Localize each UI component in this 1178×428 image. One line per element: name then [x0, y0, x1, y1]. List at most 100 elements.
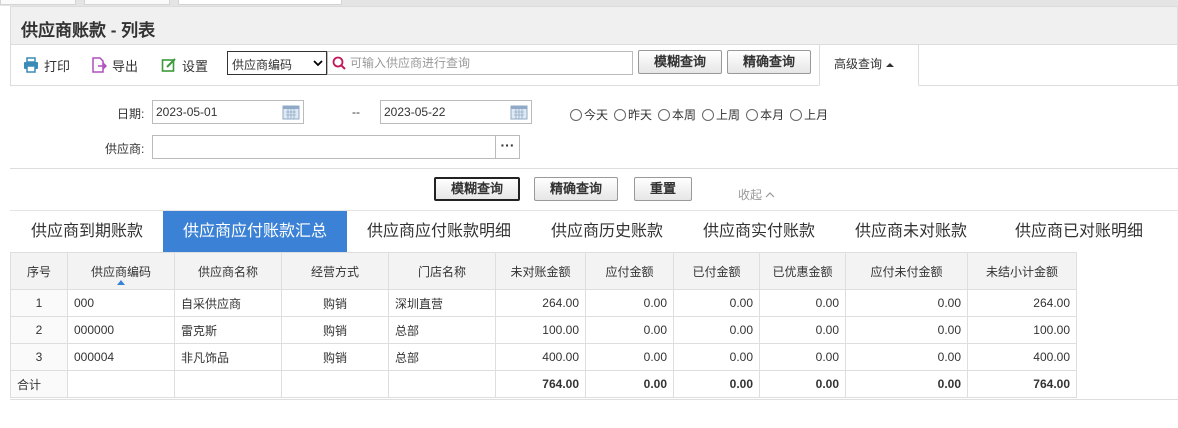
- column-header-discount-amount[interactable]: 已优惠金额: [759, 252, 846, 290]
- fuzzy-search-button[interactable]: 模糊查询: [638, 50, 722, 74]
- apply-exact-search-button[interactable]: 精确查询: [534, 177, 618, 201]
- cell-index: 3: [10, 343, 68, 371]
- total-unpaid-amount: 0.00: [845, 370, 968, 398]
- advanced-search-toggle[interactable]: 高级查询: [819, 44, 919, 86]
- column-header-unsettled-subtotal[interactable]: 未结小计金额: [967, 252, 1077, 290]
- cell-unpaid-amount: 0.00: [845, 316, 968, 344]
- settings-label: 设置: [182, 58, 209, 74]
- column-header-business-mode[interactable]: 经营方式: [281, 252, 389, 290]
- tab-supplier-unreconciled[interactable]: 供应商未对账款: [840, 211, 982, 253]
- cell-supplier-code: 000000: [67, 316, 175, 344]
- radio-circle[interactable]: [790, 108, 803, 121]
- date-from-input[interactable]: 2023-05-01: [152, 100, 304, 124]
- radio-circle[interactable]: [570, 108, 582, 121]
- calendar-icon[interactable]: [282, 104, 300, 120]
- divider: [10, 168, 1178, 169]
- radio-circle[interactable]: [746, 108, 759, 121]
- cell-unreconciled-amount: 100.00: [495, 316, 586, 344]
- chevron-up-icon: [765, 192, 775, 198]
- radio-circle[interactable]: [614, 108, 627, 121]
- date-range-separator: --: [352, 105, 360, 119]
- payable-summary-table: 序号 供应商编码 供应商名称 经营方式 门店名称 未对账金额 应付金额 已付金额…: [10, 252, 1077, 398]
- title-bar: 供应商账款 - 列表: [10, 6, 1178, 44]
- total-unsettled-subtotal: 764.00: [967, 370, 1077, 398]
- search-input[interactable]: [348, 54, 628, 72]
- radio-this-month[interactable]: 本月: [746, 106, 784, 123]
- table-row[interactable]: 2 000000 雷克斯 购销 总部 100.00 0.00 0.00 0.00…: [10, 316, 1077, 344]
- settings-icon: [161, 58, 176, 72]
- total-cell: [388, 370, 496, 398]
- radio-circle[interactable]: [658, 108, 671, 121]
- radio-label: 本月: [760, 108, 785, 122]
- cell-store-name: 总部: [388, 316, 496, 344]
- total-discount-amount: 0.00: [759, 370, 846, 398]
- print-button[interactable]: 打印: [23, 55, 70, 75]
- calendar-icon[interactable]: [510, 104, 528, 120]
- advanced-search-label: 高级查询: [834, 57, 883, 71]
- exact-search-button[interactable]: 精确查询: [727, 50, 811, 74]
- cell-paid-amount: 0.00: [673, 289, 760, 317]
- cell-supplier-code: 000: [67, 289, 175, 317]
- table-row[interactable]: 3 000004 非凡饰品 购销 总部 400.00 0.00 0.00 0.0…: [10, 343, 1077, 371]
- radio-last-week[interactable]: 上周: [702, 106, 740, 123]
- cell-unpaid-amount: 0.00: [845, 289, 968, 317]
- column-header-unpaid-amount[interactable]: 应付未付金额: [845, 252, 968, 290]
- reset-button[interactable]: 重置: [634, 177, 692, 201]
- window-tab-active[interactable]: [178, 0, 342, 5]
- cell-store-name: 深圳直营: [388, 289, 496, 317]
- export-button[interactable]: 导出: [91, 55, 138, 75]
- cell-business-mode: 购销: [281, 289, 389, 317]
- cell-paid-amount: 0.00: [673, 343, 760, 371]
- radio-yesterday[interactable]: 昨天: [614, 106, 652, 123]
- cell-business-mode: 购销: [281, 316, 389, 344]
- column-header-unreconciled-amount[interactable]: 未对账金额: [495, 252, 586, 290]
- advanced-search-panel: 日期: 2023-05-01 -- 2023-05-22 今天 昨天 本周 上周…: [10, 86, 1178, 210]
- radio-today[interactable]: 今天: [570, 106, 608, 123]
- date-to-input[interactable]: 2023-05-22: [380, 100, 532, 124]
- column-header-paid-amount[interactable]: 已付金额: [673, 252, 760, 290]
- settings-button[interactable]: 设置: [161, 55, 208, 75]
- supplier-picker-button[interactable]: ···: [495, 136, 519, 158]
- radio-last-month[interactable]: 上月: [790, 106, 828, 123]
- print-label: 打印: [44, 58, 71, 74]
- radio-label: 上月: [804, 108, 829, 122]
- column-header-supplier-code[interactable]: 供应商编码: [67, 252, 175, 290]
- cell-payable-amount: 0.00: [585, 289, 674, 317]
- column-header-store-name[interactable]: 门店名称: [388, 252, 496, 290]
- total-cell: [281, 370, 389, 398]
- window-tab[interactable]: [0, 0, 76, 5]
- apply-fuzzy-search-button[interactable]: 模糊查询: [434, 177, 520, 201]
- table-row[interactable]: 1 000 自采供应商 购销 深圳直营 264.00 0.00 0.00 0.0…: [10, 289, 1077, 317]
- tab-supplier-reconciled-detail[interactable]: 供应商已对账明细: [992, 211, 1166, 253]
- sort-asc-icon: [117, 280, 125, 285]
- tab-supplier-payable-detail[interactable]: 供应商应付账款明细: [356, 211, 522, 253]
- radio-this-week[interactable]: 本周: [658, 106, 696, 123]
- search-field-value: 供应商编码: [232, 58, 293, 72]
- cell-discount-amount: 0.00: [759, 289, 846, 317]
- cell-index: 2: [10, 316, 68, 344]
- radio-label: 本周: [672, 108, 697, 122]
- tab-supplier-paid[interactable]: 供应商实付账款: [688, 211, 830, 253]
- tab-supplier-payable-summary[interactable]: 供应商应付账款汇总: [163, 211, 347, 253]
- table-bottom-border: [10, 399, 1178, 400]
- column-header-index[interactable]: 序号: [10, 252, 68, 290]
- tab-supplier-history[interactable]: 供应商历史账款: [536, 211, 678, 253]
- cell-supplier-name: 非凡饰品: [174, 343, 282, 371]
- collapse-toggle[interactable]: 收起: [738, 186, 775, 203]
- column-header-supplier-name[interactable]: 供应商名称: [174, 252, 282, 290]
- column-header-payable-amount[interactable]: 应付金额: [585, 252, 674, 290]
- caret-up-icon: [886, 62, 895, 67]
- column-header-label: 供应商编码: [90, 264, 151, 279]
- window-tab[interactable]: [84, 0, 170, 5]
- search-icon: [332, 56, 346, 70]
- supplier-label: 供应商:: [105, 142, 145, 156]
- tab-supplier-due[interactable]: 供应商到期账款: [16, 211, 158, 253]
- total-unreconciled-amount: 764.00: [495, 370, 586, 398]
- date-to-value: 2023-05-22: [384, 105, 446, 119]
- radio-circle[interactable]: [702, 108, 715, 121]
- cell-supplier-code: 000004: [67, 343, 175, 371]
- total-label: 合计: [10, 370, 68, 398]
- supplier-input[interactable]: ···: [152, 135, 520, 159]
- search-field-select[interactable]: 供应商编码: [227, 51, 327, 75]
- chevron-down-icon: [313, 60, 323, 67]
